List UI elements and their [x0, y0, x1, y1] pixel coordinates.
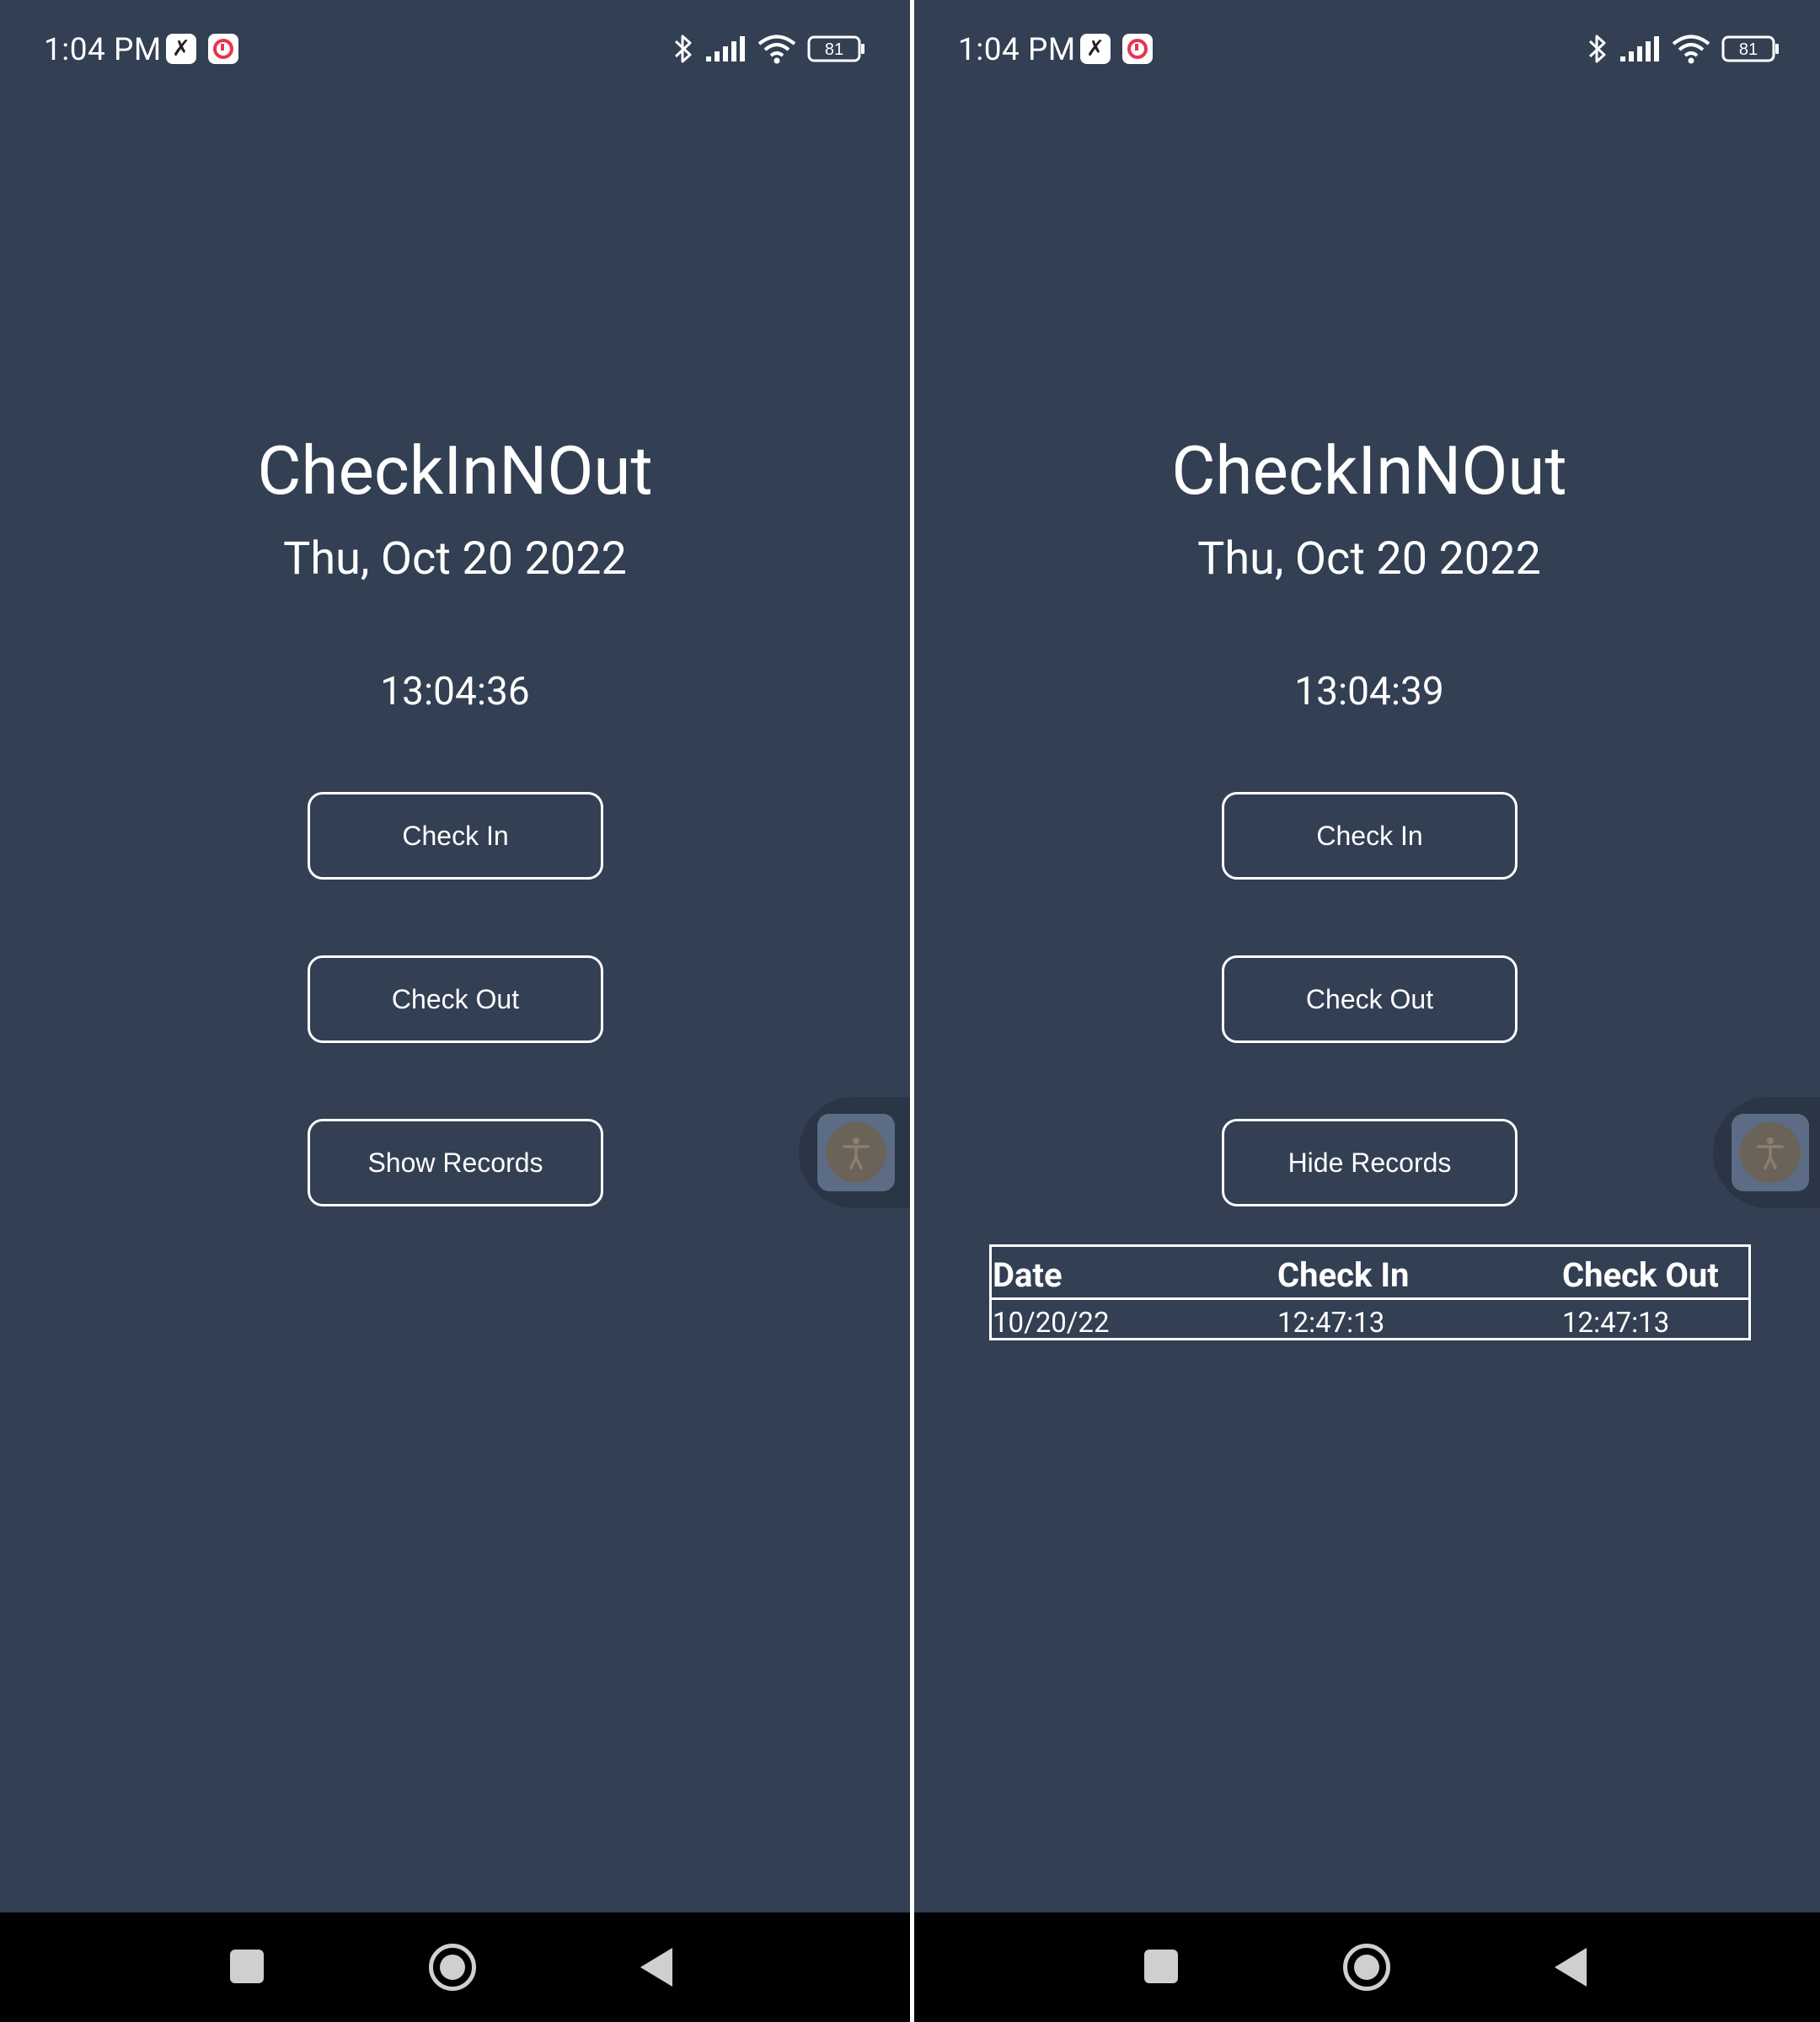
- check-out-button[interactable]: Check Out: [308, 955, 603, 1043]
- accessibility-button-face: [826, 1122, 886, 1183]
- navigation-bar: [914, 1912, 1820, 2022]
- hide-records-button[interactable]: Hide Records: [1222, 1119, 1518, 1206]
- check-in-button[interactable]: Check In: [1222, 792, 1518, 880]
- home-button-dot: [440, 1955, 465, 1980]
- wifi-icon: [1672, 35, 1710, 64]
- current-time-clock: 13:04:36: [380, 669, 530, 714]
- column-header-check-in: Check In: [1277, 1255, 1410, 1295]
- current-date: Thu, Oct 20 2022: [283, 532, 627, 586]
- home-button-dot: [1354, 1955, 1379, 1980]
- signal-icon: [706, 36, 745, 62]
- accessibility-button-frame: [1732, 1114, 1809, 1191]
- current-time-clock: 13:04:39: [1294, 669, 1444, 714]
- phone-screen-records-hidden: 1:04 PM ✗ 81 CheckInNOut Thu, Oct 20 202…: [0, 0, 910, 2022]
- accessibility-floating-button[interactable]: [799, 1097, 910, 1208]
- battery-icon: 81: [1721, 35, 1779, 62]
- app-title: CheckInNOut: [257, 431, 653, 511]
- records-table-header: Date Check In Check Out: [992, 1247, 1748, 1300]
- records-table: Date Check In Check Out 10/20/22 12:47:1…: [989, 1244, 1751, 1340]
- app-title: CheckInNOut: [1171, 431, 1567, 511]
- bluetooth-icon: [674, 35, 692, 63]
- check-out-button[interactable]: Check Out: [1222, 955, 1518, 1043]
- wifi-icon: [757, 35, 796, 64]
- bluetooth-icon: [1588, 35, 1606, 63]
- record-date: 10/20/22: [993, 1307, 1110, 1340]
- recent-apps-button[interactable]: [230, 1950, 264, 1983]
- column-header-check-out: Check Out: [1562, 1255, 1719, 1295]
- back-button[interactable]: [640, 1948, 672, 1987]
- accessibility-floating-button[interactable]: [1713, 1097, 1820, 1208]
- check-in-button[interactable]: Check In: [308, 792, 603, 880]
- app-notification-icon: ✗: [1080, 34, 1111, 64]
- home-button[interactable]: [429, 1944, 476, 1991]
- accessibility-button-frame: [817, 1114, 895, 1191]
- status-bar: 1:04 PM ✗ 81: [44, 25, 866, 76]
- battery-icon: 81: [807, 35, 864, 62]
- current-date: Thu, Oct 20 2022: [1197, 532, 1541, 586]
- phone-screen-records-shown: 1:04 PM ✗ 81 CheckInNOut Thu, Oct 20 202…: [914, 0, 1820, 2022]
- signal-icon: [1620, 36, 1659, 62]
- home-button[interactable]: [1343, 1944, 1390, 1991]
- column-header-date: Date: [993, 1255, 1063, 1295]
- record-check-out: 12:47:13: [1562, 1307, 1670, 1340]
- battery-level: 81: [825, 40, 843, 59]
- status-bar: 1:04 PM ✗ 81: [958, 25, 1780, 76]
- back-button[interactable]: [1555, 1948, 1587, 1987]
- alarm-app-icon: [1122, 34, 1153, 64]
- status-time: 1:04 PM: [44, 32, 162, 68]
- record-check-in: 12:47:13: [1277, 1307, 1385, 1340]
- accessibility-icon: [1757, 1137, 1784, 1169]
- status-icons: 81: [1587, 29, 1780, 69]
- accessibility-icon: [843, 1137, 870, 1169]
- status-time: 1:04 PM: [958, 32, 1076, 68]
- accessibility-button-face: [1740, 1122, 1801, 1183]
- app-notification-icon: ✗: [166, 34, 196, 64]
- alarm-app-icon: [208, 34, 238, 64]
- screenshot-stage: 1:04 PM ✗ 81 CheckInNOut Thu, Oct 20 202…: [0, 0, 1820, 2022]
- recent-apps-button[interactable]: [1144, 1950, 1178, 1983]
- status-icons: 81: [672, 29, 866, 69]
- show-records-button[interactable]: Show Records: [308, 1119, 603, 1206]
- battery-level: 81: [1739, 40, 1758, 59]
- navigation-bar: [0, 1912, 910, 2022]
